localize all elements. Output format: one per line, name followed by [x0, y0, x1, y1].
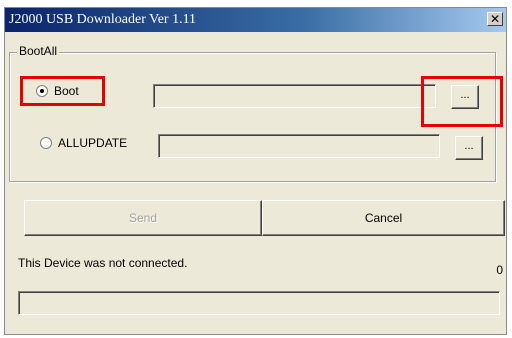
window-title: J2000 USB Downloader Ver 1.11	[9, 12, 197, 27]
close-icon: ✕	[489, 12, 501, 26]
boot-browse-button[interactable]: ...	[451, 85, 479, 109]
download-progress-bar	[18, 291, 500, 315]
boot-path-field[interactable]	[153, 84, 436, 108]
boot-radio[interactable]	[36, 85, 48, 97]
send-button[interactable]: Send	[24, 200, 262, 236]
allupdate-option[interactable]: ALLUPDATE	[40, 136, 127, 150]
bootall-groupbox	[9, 52, 496, 182]
boot-radio-label: Boot	[54, 84, 79, 98]
boot-option[interactable]: Boot	[36, 84, 79, 98]
allupdate-radio[interactable]	[40, 137, 52, 149]
allupdate-radio-label: ALLUPDATE	[58, 136, 128, 150]
boot-browse-label: ...	[460, 89, 470, 101]
allupdate-browse-label: ...	[464, 140, 474, 152]
cancel-button[interactable]: Cancel	[262, 200, 505, 236]
transfer-count: 0	[496, 263, 503, 277]
connection-status-text: This Device was not connected.	[18, 256, 188, 270]
title-bar[interactable]: J2000 USB Downloader Ver 1.11 ✕	[5, 8, 506, 32]
bootall-group-label: BootAll	[17, 44, 60, 58]
close-button[interactable]: ✕	[487, 12, 503, 26]
allupdate-path-field[interactable]	[158, 134, 440, 158]
allupdate-browse-button[interactable]: ...	[455, 136, 483, 160]
